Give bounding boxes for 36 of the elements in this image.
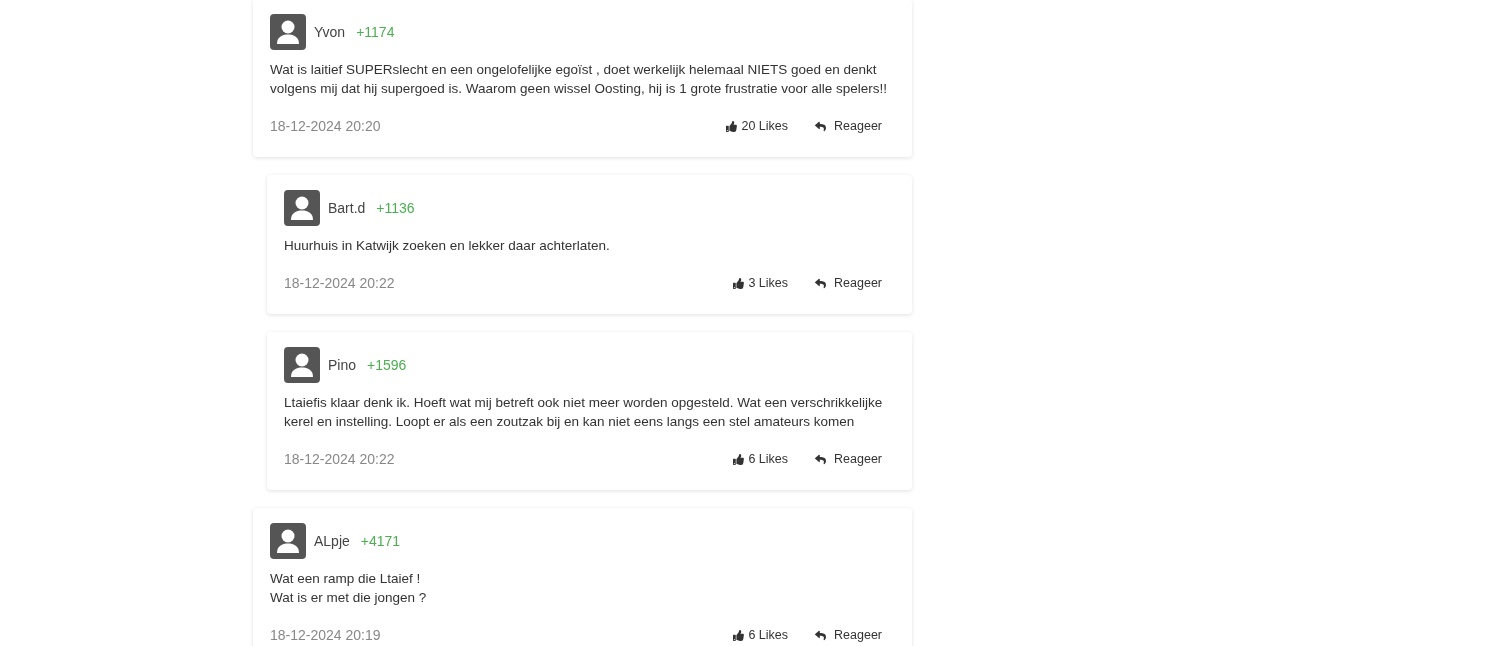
comment-text: Wat een ramp die Ltaief ! Wat is er met die jongen ? <box>270 570 428 607</box>
reply-button[interactable]: Reageer <box>801 118 895 134</box>
thumbs-up-icon <box>733 453 745 465</box>
user-score: +1136 <box>376 199 415 217</box>
reply-button[interactable]: Reageer <box>801 275 895 291</box>
username: Pino <box>328 356 357 374</box>
username: Bart.d <box>328 199 366 217</box>
thumbs-up-icon <box>733 277 745 289</box>
comment-date: 18-12-2024 20:20 <box>270 118 381 134</box>
comment-date: 18-12-2024 20:19 <box>270 627 381 643</box>
username: ALpje <box>314 532 350 550</box>
reply-button[interactable]: Reageer <box>801 627 895 643</box>
like-button[interactable]: 20 Likes <box>713 118 802 134</box>
like-button[interactable]: 3 Likes <box>720 275 802 291</box>
comment-text: Wat is laitief SUPERslecht en een ongelofelijke egoïst , doet werkelijk helemaal NIETS goed en denkt volgens mij dat hij supergoed is. Waarom geen wissel Oosting, hij is 1 grote frustratie voor alle spelers!! <box>270 61 889 98</box>
user-avatar-icon <box>284 190 320 226</box>
user-avatar-icon <box>270 14 306 50</box>
reply-button[interactable]: Reageer <box>801 451 895 467</box>
reply-arrow-icon <box>814 277 828 289</box>
user-score: +1174 <box>356 23 395 41</box>
user-avatar-icon <box>270 523 306 559</box>
comment-text: Ltaiefis klaar denk ik. Hoeft wat mij betreft ook niet meer worden opgesteld. Wat een verschrikkelijke kerel en instelling. Loopt er als een zoutzak bij en kan niet eens langs een stel amateurs komen <box>284 394 884 431</box>
thumbs-up-icon <box>726 120 738 132</box>
like-button[interactable]: 6 Likes <box>720 451 802 467</box>
reply-arrow-icon <box>814 629 828 641</box>
user-score: +4171 <box>360 532 401 550</box>
reply-arrow-icon <box>814 453 828 465</box>
comment-date: 18-12-2024 20:22 <box>284 451 395 467</box>
user-score: +1596 <box>367 356 407 374</box>
comment-text: Huurhuis in Katwijk zoeken en lekker daar achterlaten. <box>284 237 611 255</box>
thumbs-up-icon <box>733 629 745 641</box>
comment-date: 18-12-2024 20:22 <box>284 275 395 291</box>
reply-arrow-icon <box>814 120 828 132</box>
user-avatar-icon <box>284 347 320 383</box>
like-button[interactable]: 6 Likes <box>720 627 802 643</box>
username: Yvon <box>314 23 346 41</box>
